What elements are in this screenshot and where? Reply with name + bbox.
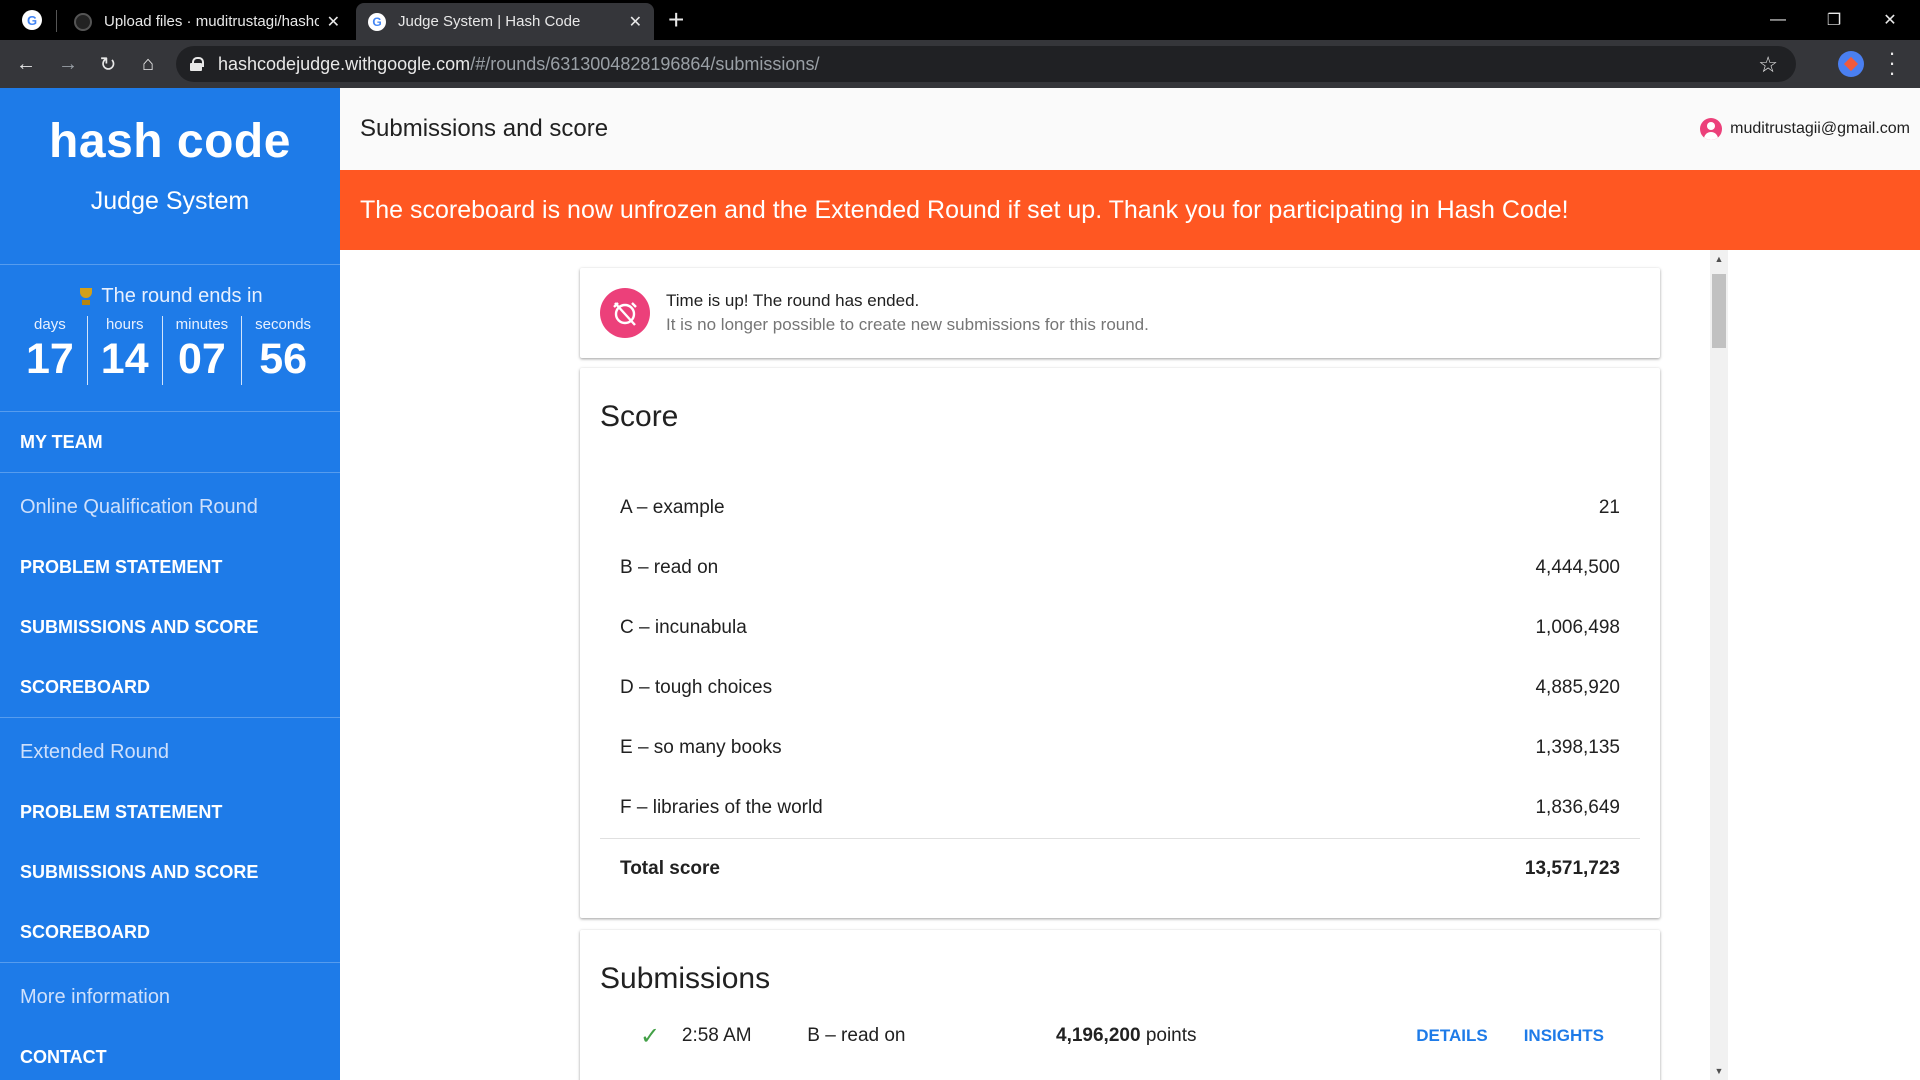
account-icon [1700,118,1723,140]
url-host: hashcodejudge.withgoogle.com [218,53,471,74]
trophy-icon [77,287,95,306]
timer-heading: The round ends in [101,285,263,307]
lock-icon[interactable] [190,57,204,71]
profile-avatar-icon[interactable] [1838,51,1864,77]
nav-more-info-section: More information CONTACT [0,963,340,1080]
chrome-logo-icon[interactable]: G [22,10,42,30]
nav-submissions-and-score[interactable]: SUBMISSIONS AND SCORE [20,842,320,902]
web-page: hash code Judge System The round ends in… [0,88,1920,1080]
alarm-off-icon [600,288,650,338]
bookmark-star-icon[interactable]: ☆ [1758,52,1778,78]
hash-code-logo[interactable]: hash code [0,88,340,169]
nav-extended-section: Extended Round PROBLEM STATEMENT SUBMISS… [0,718,340,963]
main-area: Submissions and score muditrustagii@gmai… [340,88,1920,1080]
nav-my-team-block: MY TEAM [0,412,340,473]
submission-row: ✓ 2:58 AM B – read on 4,196,200 points D… [600,1016,1640,1056]
submission-time: 2:58 AM [681,1025,752,1046]
brand-block: hash code Judge System [0,88,340,265]
url-text: hashcodejudge.withgoogle.com/#/rounds/63… [218,54,819,75]
nav-submissions-and-score[interactable]: SUBMISSIONS AND SCORE [20,597,320,657]
scroll-up-icon[interactable]: ▲ [1710,250,1728,268]
nav-qualification-section: Online Qualification Round PROBLEM STATE… [0,473,340,718]
time-up-card: Time is up! The round has ended. It is n… [580,268,1660,358]
scroll-down-icon[interactable]: ▼ [1710,1062,1728,1080]
total-score-value: 13,571,723 [1524,857,1620,879]
submissions-heading: Submissions [600,962,771,995]
address-bar[interactable]: hashcodejudge.withgoogle.com/#/rounds/63… [176,46,1796,82]
tab-title: Judge System | Hash Code [398,13,581,30]
back-icon[interactable]: ← [10,48,42,80]
reload-icon[interactable]: ↻ [92,48,124,80]
score-row: D – tough choices 4,885,920 [620,677,1620,698]
score-heading: Score [600,400,679,433]
new-tab-icon[interactable]: + [668,4,684,36]
page-title: Submissions and score [360,115,609,142]
nav-problem-statement[interactable]: PROBLEM STATEMENT [20,782,320,842]
insights-button[interactable]: INSIGHTS [1524,1026,1604,1046]
time-up-message: It is no longer possible to create new s… [666,315,1149,334]
submission-dataset: B – read on [807,1025,906,1046]
url-path: /#/rounds/6313004828196864/submissions/ [470,53,820,74]
notice-banner: The scoreboard is now unfrozen and the E… [340,170,1920,250]
total-score-label: Total score [620,857,720,879]
nav-section-title: Extended Round [20,741,170,763]
submissions-card: Submissions ✓ 2:58 AM B – read on 4,196,… [580,930,1660,1080]
scrollbar-thumb[interactable] [1712,274,1726,348]
round-timer: The round ends in days 17 hours 14 minutes… [0,265,340,412]
details-button[interactable]: DETAILS [1416,1026,1487,1046]
vertical-scrollbar[interactable]: ▲ ▼ [1710,250,1728,1080]
menu-kebab-icon[interactable]: · · · [1882,42,1902,84]
minimize-icon[interactable]: — [1750,0,1806,40]
nav-contact[interactable]: CONTACT [20,1027,320,1080]
google-icon: G [368,12,386,31]
total-score-row: Total score 13,571,723 [600,838,1640,898]
score-row: B – read on 4,444,500 [620,557,1620,578]
score-row: F – libraries of the world 1,836,649 [620,797,1620,818]
close-icon[interactable]: ✕ [629,12,642,32]
restore-icon[interactable]: ❐ [1806,0,1862,40]
forward-icon[interactable]: → [52,48,84,80]
app-bar: Submissions and score muditrustagii@gmai… [340,88,1920,170]
browser-tab-bar: G Upload files · muditrustagi/hashc ✕ G … [0,0,1920,40]
tab-divider [56,10,57,32]
tab-title: Upload files · muditrustagi/hashc [104,13,319,30]
score-row: C – incunabula 1,006,498 [620,617,1620,638]
score-row: A – example 21 [620,497,1620,518]
user-account[interactable]: muditrustagii@gmail.com [1700,118,1910,140]
nav-my-team[interactable]: MY TEAM [20,412,320,472]
score-row: E – so many books 1,398,135 [620,737,1620,758]
browser-toolbar: ← → ↻ ⌂ hashcodejudge.withgoogle.com/#/r… [0,40,1920,88]
timer-seconds: seconds 56 [241,316,324,385]
timer-days: days 17 [25,316,74,383]
home-icon[interactable]: ⌂ [132,48,164,80]
sidebar: hash code Judge System The round ends in… [0,88,340,1080]
github-icon [74,12,92,31]
score-card: Score A – example 21 B – read on 4,444,500… [580,368,1660,918]
time-up-title: Time is up! The round has ended. [666,291,920,310]
close-icon[interactable]: ✕ [327,12,340,32]
nav-scoreboard[interactable]: SCOREBOARD [20,902,320,962]
nav-scoreboard[interactable]: SCOREBOARD [20,657,320,717]
submission-points: 4,196,200 points [1056,1025,1197,1046]
tab-judge-system[interactable]: G Judge System | Hash Code ✕ [356,3,654,40]
nav-section-title: Online Qualification Round [20,496,258,518]
window-close-icon[interactable]: ✕ [1862,0,1918,40]
nav-problem-statement[interactable]: PROBLEM STATEMENT [20,537,320,597]
nav-section-title: More information [20,986,171,1008]
user-email: muditrustagii@gmail.com [1730,120,1910,137]
content-scroll-area[interactable]: Time is up! The round has ended. It is n… [340,250,1920,1080]
check-icon: ✓ [640,1022,661,1050]
timer-minutes: minutes 07 [161,316,242,385]
timer-hours: hours 14 [86,316,162,385]
tab-upload-files[interactable]: Upload files · muditrustagi/hashc ✕ [62,3,352,40]
judge-system-subtitle: Judge System [90,187,250,215]
